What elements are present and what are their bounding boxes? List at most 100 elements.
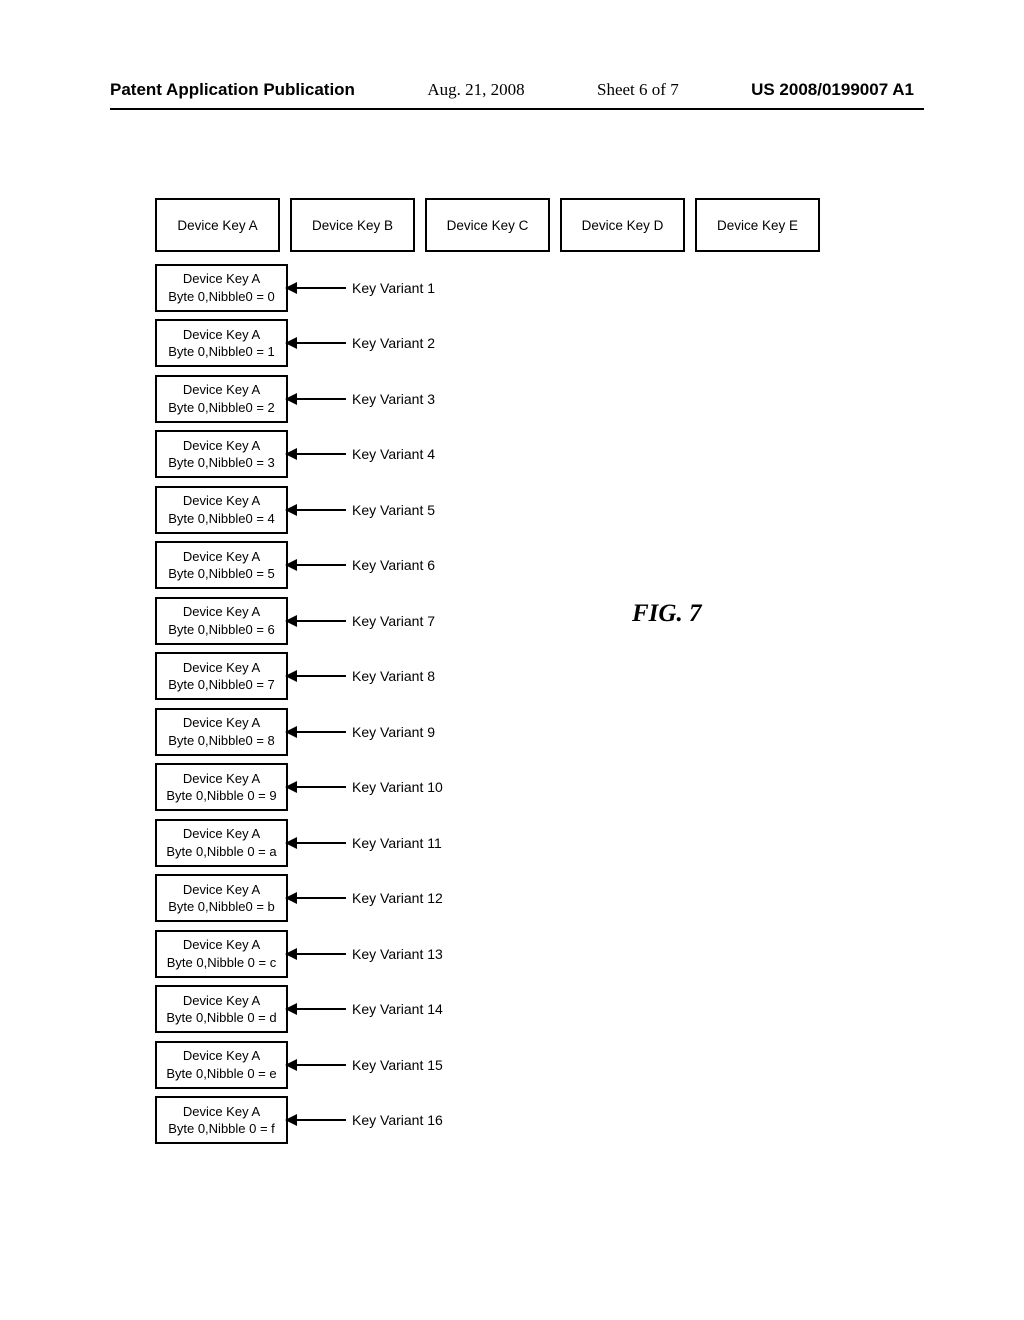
variant-row: Device Key AByte 0,Nibble0 = b Key Varian… — [155, 871, 820, 927]
variant-box-line2: Byte 0,Nibble0 = 1 — [168, 343, 275, 361]
variant-box: Device Key AByte 0,Nibble0 = b — [155, 874, 288, 922]
variant-box-line2: Byte 0,Nibble 0 = f — [168, 1120, 275, 1138]
arrow-left-icon — [286, 564, 346, 566]
variant-row: Device Key AByte 0,Nibble0 = 5 Key Varian… — [155, 538, 820, 594]
publication-label: Patent Application Publication — [110, 80, 355, 100]
variant-label: Key Variant 8 — [352, 668, 435, 684]
arrow-left-icon — [286, 620, 346, 622]
variant-row: Device Key AByte 0,Nibble 0 = 9 Key Varia… — [155, 760, 820, 816]
variant-label: Key Variant 14 — [352, 1001, 443, 1017]
variant-row: Device Key AByte 0,Nibble0 = 2 Key Varian… — [155, 371, 820, 427]
arrow-left-icon — [286, 1008, 346, 1010]
variant-label: Key Variant 5 — [352, 502, 435, 518]
variant-label: Key Variant 16 — [352, 1112, 443, 1128]
variant-box-line1: Device Key A — [183, 936, 260, 954]
figure-diagram: Device Key A Device Key B Device Key C D… — [155, 198, 820, 1148]
arrow-left-icon — [286, 897, 346, 899]
variant-row: Device Key AByte 0,Nibble 0 = c Key Varia… — [155, 926, 820, 982]
page-header: Patent Application Publication Aug. 21, … — [110, 80, 914, 100]
variant-box-line1: Device Key A — [183, 659, 260, 677]
variant-box: Device Key AByte 0,Nibble0 = 6 — [155, 597, 288, 645]
variant-box-line2: Byte 0,Nibble0 = 6 — [168, 621, 275, 639]
publication-number: US 2008/0199007 A1 — [751, 80, 914, 100]
device-key-box: Device Key D — [560, 198, 685, 252]
variant-box-line1: Device Key A — [183, 881, 260, 899]
variant-box-line2: Byte 0,Nibble 0 = a — [166, 843, 276, 861]
variant-label: Key Variant 3 — [352, 391, 435, 407]
figure-label: FIG. 7 — [632, 600, 701, 628]
variant-row: Device Key AByte 0,Nibble 0 = f Key Varia… — [155, 1093, 820, 1149]
variant-box-line2: Byte 0,Nibble0 = 5 — [168, 565, 275, 583]
arrow-left-icon — [286, 731, 346, 733]
variant-box-line1: Device Key A — [183, 492, 260, 510]
sheet-number: Sheet 6 of 7 — [597, 80, 679, 100]
variant-box: Device Key AByte 0,Nibble0 = 1 — [155, 319, 288, 367]
variant-label: Key Variant 15 — [352, 1057, 443, 1073]
variant-box-line2: Byte 0,Nibble0 = 2 — [168, 399, 275, 417]
variant-box: Device Key AByte 0,Nibble0 = 3 — [155, 430, 288, 478]
variant-label: Key Variant 11 — [352, 835, 442, 851]
device-key-box: Device Key E — [695, 198, 820, 252]
variant-box: Device Key AByte 0,Nibble 0 = 9 — [155, 763, 288, 811]
variant-label: Key Variant 7 — [352, 613, 435, 629]
arrow-left-icon — [286, 953, 346, 955]
variant-box-line2: Byte 0,Nibble 0 = e — [166, 1065, 276, 1083]
arrow-left-icon — [286, 842, 346, 844]
arrow-left-icon — [286, 342, 346, 344]
variant-box-line1: Device Key A — [183, 326, 260, 344]
variant-box-line1: Device Key A — [183, 714, 260, 732]
variant-row: Device Key AByte 0,Nibble0 = 0 Key Varian… — [155, 260, 820, 316]
variant-box-line2: Byte 0,Nibble0 = b — [168, 898, 275, 916]
header-rule — [110, 108, 924, 110]
variant-box-line2: Byte 0,Nibble 0 = 9 — [166, 787, 276, 805]
variant-label: Key Variant 6 — [352, 557, 435, 573]
variant-list: Device Key AByte 0,Nibble0 = 0Key Varian… — [155, 260, 820, 1148]
arrow-left-icon — [286, 786, 346, 788]
arrow-left-icon — [286, 509, 346, 511]
variant-box: Device Key AByte 0,Nibble0 = 0 — [155, 264, 288, 312]
variant-row: Device Key AByte 0,Nibble 0 = a Key Varia… — [155, 815, 820, 871]
variant-box: Device Key AByte 0,Nibble0 = 2 — [155, 375, 288, 423]
arrow-left-icon — [286, 1064, 346, 1066]
variant-box: Device Key AByte 0,Nibble 0 = a — [155, 819, 288, 867]
variant-box-line1: Device Key A — [183, 270, 260, 288]
variant-label: Key Variant 4 — [352, 446, 435, 462]
variant-row: Device Key AByte 0,Nibble 0 = e Key Varia… — [155, 1037, 820, 1093]
variant-box-line1: Device Key A — [183, 548, 260, 566]
arrow-left-icon — [286, 675, 346, 677]
variant-label: Key Variant 1 — [352, 280, 435, 296]
variant-box-line2: Byte 0,Nibble0 = 4 — [168, 510, 275, 528]
variant-row: Device Key AByte 0,Nibble0 = 7Key Varian… — [155, 649, 820, 705]
variant-box: Device Key AByte 0,Nibble 0 = f — [155, 1096, 288, 1144]
arrow-left-icon — [286, 398, 346, 400]
variant-box-line1: Device Key A — [183, 603, 260, 621]
variant-box: Device Key AByte 0,Nibble0 = 5 — [155, 541, 288, 589]
variant-box: Device Key AByte 0,Nibble 0 = e — [155, 1041, 288, 1089]
variant-box-line2: Byte 0,Nibble0 = 0 — [168, 288, 275, 306]
arrow-left-icon — [286, 1119, 346, 1121]
variant-box-line1: Device Key A — [183, 1047, 260, 1065]
variant-box-line2: Byte 0,Nibble 0 = c — [167, 954, 276, 972]
variant-box: Device Key AByte 0,Nibble 0 = d — [155, 985, 288, 1033]
device-key-box: Device Key B — [290, 198, 415, 252]
variant-box-line1: Device Key A — [183, 437, 260, 455]
variant-row: Device Key AByte 0,Nibble0 = 6 Key Varian… — [155, 593, 820, 649]
variant-label: Key Variant 13 — [352, 946, 443, 962]
device-key-row: Device Key A Device Key B Device Key C D… — [155, 198, 820, 252]
variant-box-line2: Byte 0,Nibble0 = 8 — [168, 732, 275, 750]
variant-label: Key Variant 2 — [352, 335, 435, 351]
arrow-left-icon — [286, 453, 346, 455]
variant-label: Key Variant 12 — [352, 890, 443, 906]
variant-row: Device Key AByte 0,Nibble 0 = d Key Varia… — [155, 982, 820, 1038]
variant-box: Device Key AByte 0,Nibble0 = 4 — [155, 486, 288, 534]
device-key-box: Device Key C — [425, 198, 550, 252]
variant-box: Device Key AByte 0,Nibble0 = 8 — [155, 708, 288, 756]
variant-label: Key Variant 10 — [352, 779, 443, 795]
device-key-box: Device Key A — [155, 198, 280, 252]
variant-box-line1: Device Key A — [183, 770, 260, 788]
variant-box-line2: Byte 0,Nibble0 = 3 — [168, 454, 275, 472]
variant-box-line1: Device Key A — [183, 825, 260, 843]
variant-row: Device Key AByte 0,Nibble0 = 4 Key Varian… — [155, 482, 820, 538]
variant-box: Device Key AByte 0,Nibble 0 = c — [155, 930, 288, 978]
arrow-left-icon — [286, 287, 346, 289]
